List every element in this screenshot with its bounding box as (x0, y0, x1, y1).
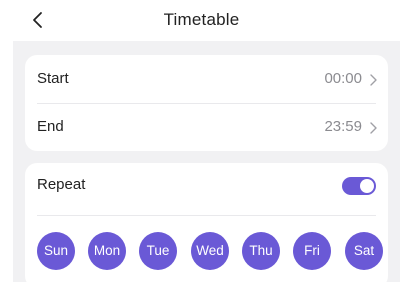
toggle-knob (360, 179, 374, 193)
start-time-row[interactable]: Start 00:00 (25, 57, 388, 103)
day-mon[interactable]: Mon (88, 232, 126, 270)
time-range-card: Start 00:00 End 23:59 (25, 55, 388, 151)
repeat-row: Repeat (25, 163, 388, 209)
repeat-label: Repeat (37, 176, 86, 193)
repeat-toggle[interactable] (342, 177, 376, 195)
day-thu[interactable]: Thu (242, 232, 280, 270)
start-label: Start (37, 70, 69, 87)
day-sat[interactable]: Sat (345, 232, 383, 270)
repeat-card: Repeat Sun Mon Tue Wed Thu Fri Sat (25, 163, 388, 282)
day-tue[interactable]: Tue (139, 232, 177, 270)
page-title: Timetable (163, 10, 240, 29)
chevron-right-icon (370, 74, 377, 86)
end-value: 23:59 (324, 118, 362, 135)
day-fri[interactable]: Fri (293, 232, 331, 270)
start-value: 00:00 (324, 70, 362, 87)
end-label: End (37, 118, 64, 135)
weekday-selector: Sun Mon Tue Wed Thu Fri Sat (37, 232, 387, 274)
header: Timetable (0, 0, 403, 40)
repeat-divider (37, 215, 376, 216)
chevron-right-icon (370, 122, 377, 134)
content-area: Start 00:00 End 23:59 Repeat Sun Mon Tue… (13, 41, 400, 282)
end-time-row[interactable]: End 23:59 (25, 105, 388, 151)
row-divider (37, 103, 376, 104)
timetable-screen: Timetable Start 00:00 End 23:59 Repeat S… (0, 0, 403, 282)
day-sun[interactable]: Sun (37, 232, 75, 270)
day-wed[interactable]: Wed (191, 232, 229, 270)
